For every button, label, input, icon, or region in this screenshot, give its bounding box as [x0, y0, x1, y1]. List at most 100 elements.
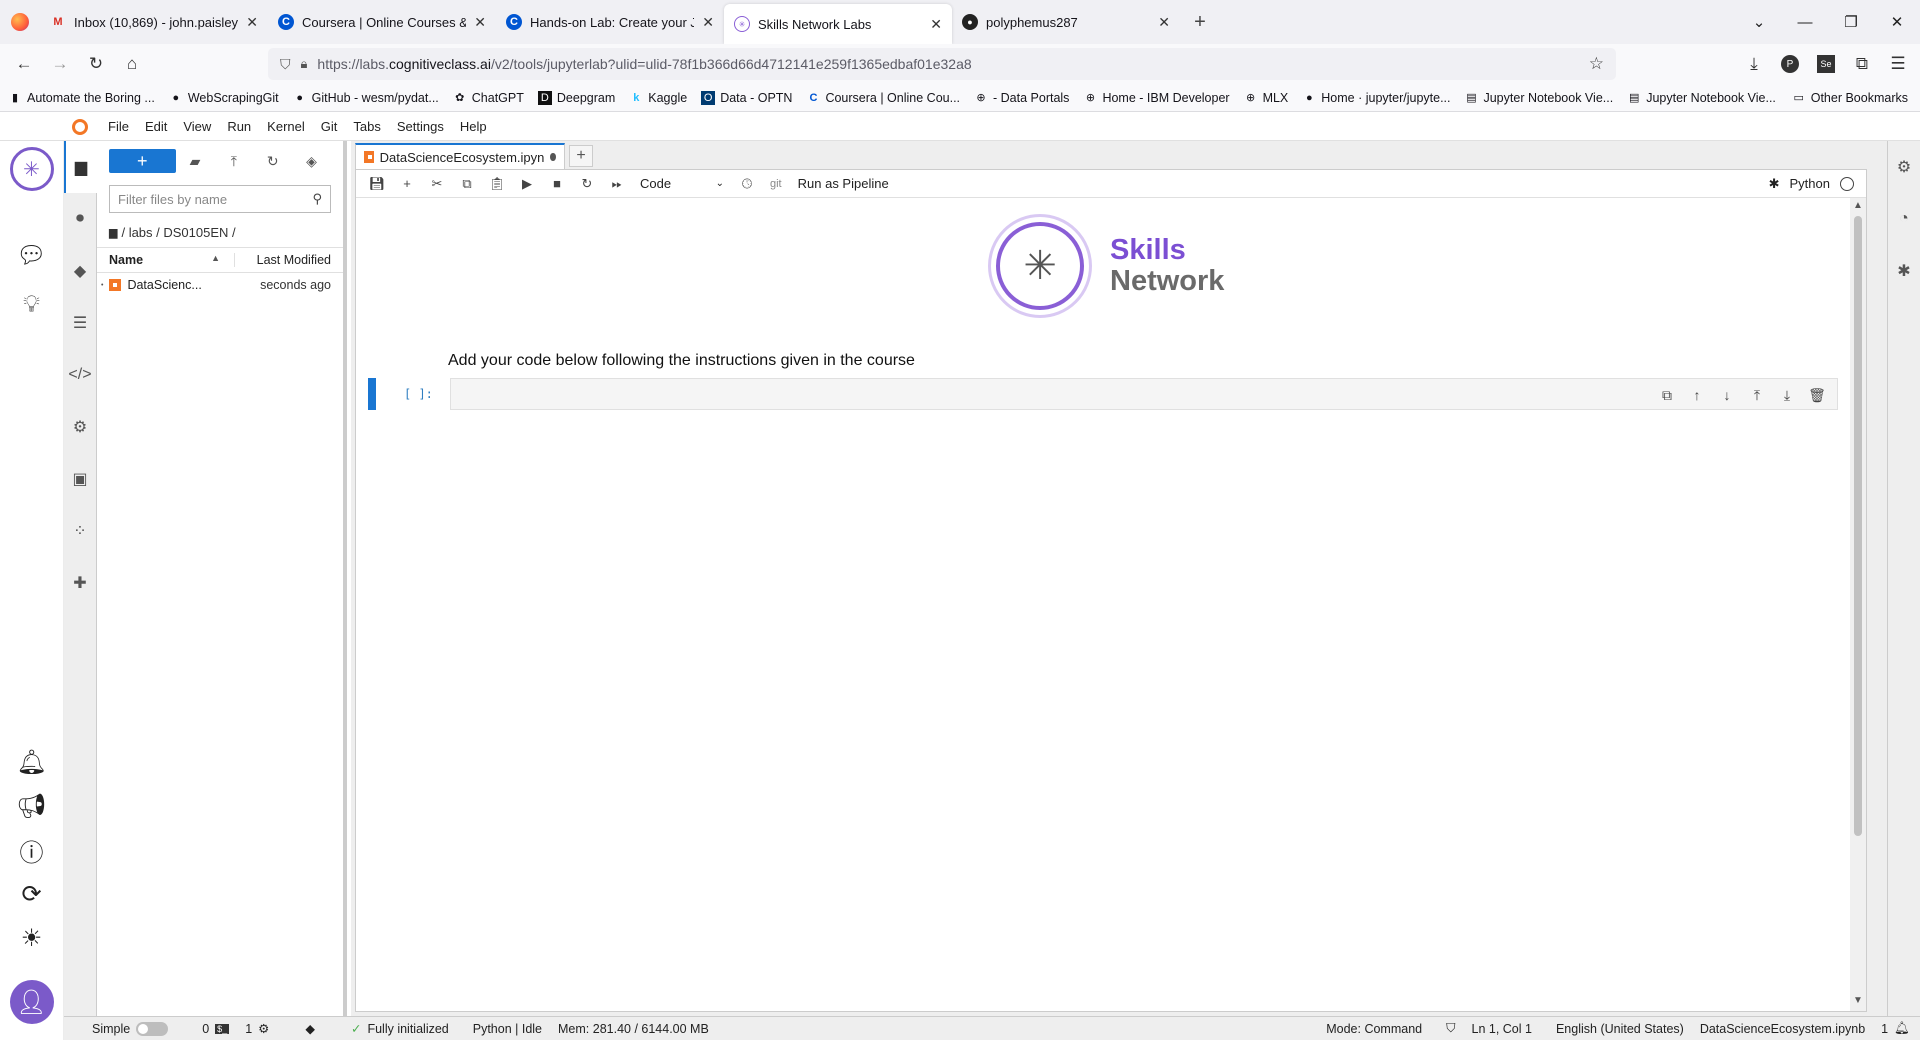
component-catalog-icon[interactable]: ▣: [64, 453, 97, 505]
cell-type-select[interactable]: Code ⌄: [632, 176, 732, 191]
menu-kernel[interactable]: Kernel: [259, 119, 313, 134]
user-avatar-icon[interactable]: 👤︎: [9, 980, 54, 1024]
bookmark-item[interactable]: ⊕ MLX: [1244, 91, 1288, 105]
close-tab-icon[interactable]: ✕: [1158, 14, 1170, 31]
insert-cell-plus-icon[interactable]: +: [392, 176, 422, 191]
duplicate-cell-icon[interactable]: ⧉: [1653, 384, 1681, 406]
refresh-file-list-icon[interactable]: ↻: [253, 153, 292, 170]
bookmark-item[interactable]: ▤ Jupyter Notebook Vie...: [1464, 91, 1613, 105]
megaphone-icon[interactable]: 📢︎: [10, 784, 54, 828]
new-tab-button[interactable]: +: [1180, 0, 1220, 44]
copy-icon[interactable]: ⧉: [452, 176, 482, 192]
minimize-window-button[interactable]: —: [1782, 0, 1828, 44]
save-icon[interactable]: 💾︎: [362, 176, 392, 192]
delete-cell-trash-icon[interactable]: 🗑︎: [1803, 384, 1831, 406]
extensions-grid-icon[interactable]: ⁘: [64, 505, 97, 557]
restart-kernel-icon[interactable]: ↻: [572, 176, 602, 192]
kernels-count[interactable]: 1 ⚙: [237, 1021, 277, 1037]
terminals-count[interactable]: 0 $_: [194, 1022, 237, 1036]
file-filter-input[interactable]: Filter files by name ⚲: [109, 185, 331, 213]
property-inspector-gears-icon[interactable]: ⚙: [1888, 141, 1920, 193]
file-list-item[interactable]: • DataScienc... seconds ago: [97, 273, 343, 297]
insert-below-icon[interactable]: ⤓: [1773, 384, 1801, 406]
menu-settings[interactable]: Settings: [389, 119, 452, 134]
debugger-bug-icon[interactable]: ✱: [1888, 245, 1920, 297]
breadcrumb[interactable]: ▆ / labs / DS0105EN /: [97, 217, 343, 247]
move-down-arrow-icon[interactable]: ↓: [1713, 384, 1741, 406]
shield-icon[interactable]: ⛉: [280, 56, 291, 73]
scroll-down-arrow-icon[interactable]: ▼: [1850, 995, 1866, 1009]
last-modified-column-header[interactable]: Last Modified: [235, 253, 343, 267]
menu-run[interactable]: Run: [219, 119, 259, 134]
firefox-menu-icon[interactable]: [0, 0, 40, 44]
profile-extension-icon[interactable]: P: [1772, 48, 1808, 80]
new-folder-icon[interactable]: ▰: [176, 153, 215, 170]
scrollbar-thumb[interactable]: [1854, 216, 1862, 836]
git-icon[interactable]: ◆: [64, 245, 97, 297]
browser-tab-github[interactable]: ● polyphemus287 ✕: [952, 0, 1180, 44]
bookmark-item[interactable]: ▮ Automate the Boring ...: [8, 91, 155, 105]
selenium-extension-icon[interactable]: Se: [1808, 48, 1844, 80]
add-tab-button[interactable]: +: [569, 145, 593, 167]
skills-network-logo-icon[interactable]: ✳: [9, 147, 54, 191]
bookmark-item[interactable]: ⊕ Home - IBM Developer: [1083, 91, 1230, 105]
unsaved-dot-icon[interactable]: [550, 153, 556, 161]
menu-edit[interactable]: Edit: [137, 119, 175, 134]
kernel-name[interactable]: Python: [1790, 176, 1830, 191]
lightbulb-icon[interactable]: 💡︎: [10, 283, 54, 327]
bookmark-item[interactable]: ● Home · jupyter/jupyte...: [1302, 91, 1451, 105]
close-tab-icon[interactable]: ✕: [246, 14, 258, 31]
new-launcher-button[interactable]: +: [109, 149, 176, 173]
kernel-status[interactable]: Python | Idle: [465, 1022, 550, 1036]
lock-icon[interactable]: 🔒︎: [301, 56, 308, 72]
resource-usage-gauge-icon[interactable]: ◔: [1888, 193, 1920, 245]
notebook-scrollbar[interactable]: ▲ ▼: [1850, 198, 1866, 1011]
code-editor[interactable]: ⧉ ↑ ↓ ⤒ ⤓ 🗑︎: [450, 378, 1838, 410]
toggle-switch[interactable]: [136, 1021, 169, 1036]
git-clone-icon[interactable]: ◈: [292, 153, 331, 170]
lsp-status[interactable]: ✓ Fully initialized: [343, 1021, 457, 1037]
back-arrow-icon[interactable]: ←: [6, 48, 42, 80]
menu-view[interactable]: View: [175, 119, 219, 134]
code-cell[interactable]: [ ]: ⧉ ↑ ↓ ⤒ ⤓ 🗑︎: [368, 378, 1838, 410]
refresh-icon[interactable]: ⟳: [10, 872, 54, 916]
help-icon[interactable]: ⓘ: [10, 828, 54, 872]
reload-icon[interactable]: ↻: [78, 48, 114, 80]
insert-above-icon[interactable]: ⤒: [1743, 384, 1771, 406]
close-window-button[interactable]: ✕: [1874, 0, 1920, 44]
active-cell-indicator[interactable]: [368, 378, 376, 410]
browser-tab-skills-network[interactable]: ✳ Skills Network Labs ✕: [724, 4, 952, 44]
cursor-position[interactable]: Ln 1, Col 1: [1464, 1022, 1540, 1036]
clock-icon[interactable]: 🕓︎: [732, 176, 762, 192]
extensions-puzzle-icon[interactable]: ⧉: [1844, 48, 1880, 80]
bell-icon[interactable]: 🔔︎: [10, 740, 54, 784]
paste-icon[interactable]: 📋︎: [482, 176, 512, 192]
close-tab-icon[interactable]: ✕: [702, 14, 714, 31]
bookmark-item[interactable]: ● WebScrapingGit: [169, 91, 279, 105]
forward-arrow-icon[interactable]: →: [42, 48, 78, 80]
simple-mode-toggle[interactable]: Simple: [64, 1021, 176, 1036]
bug-debugger-icon[interactable]: ✱: [1769, 176, 1780, 192]
menu-help[interactable]: Help: [452, 119, 495, 134]
scroll-up-arrow-icon[interactable]: ▲: [1850, 200, 1866, 214]
browser-tab-hands-on-lab[interactable]: C Hands-on Lab: Create your Jup ✕: [496, 0, 724, 44]
git-diff-button[interactable]: git: [762, 178, 790, 190]
move-up-arrow-icon[interactable]: ↑: [1683, 384, 1711, 406]
other-bookmarks[interactable]: ▭ Other Bookmarks: [1792, 91, 1908, 105]
restore-window-button[interactable]: ❐: [1828, 0, 1874, 44]
property-inspector-icon[interactable]: ⚙: [64, 401, 97, 453]
stop-kernel-icon[interactable]: ■: [542, 176, 572, 191]
name-column-header[interactable]: Name ▲: [97, 253, 235, 267]
notifications[interactable]: 1 🔔︎: [1873, 1021, 1920, 1036]
trusted-shield-icon[interactable]: ⛉: [1438, 1021, 1463, 1036]
extension-manager-puzzle-icon[interactable]: ✚: [64, 557, 97, 609]
notebook-tab[interactable]: DataScienceEcosystem.ipyn: [355, 143, 565, 169]
browser-tab-gmail[interactable]: M Inbox (10,869) - john.paisley1@ ✕: [40, 0, 268, 44]
upload-icon[interactable]: ⤒: [214, 153, 253, 170]
close-tab-icon[interactable]: ✕: [930, 16, 942, 33]
markdown-cell[interactable]: Add your code below following the instru…: [448, 352, 915, 370]
git-status[interactable]: ◆: [297, 1021, 323, 1036]
folder-icon[interactable]: ▆: [109, 226, 117, 239]
bookmark-item[interactable]: ▤ Jupyter Notebook Vie...: [1627, 91, 1776, 105]
hamburger-menu-icon[interactable]: ☰: [1880, 48, 1916, 80]
